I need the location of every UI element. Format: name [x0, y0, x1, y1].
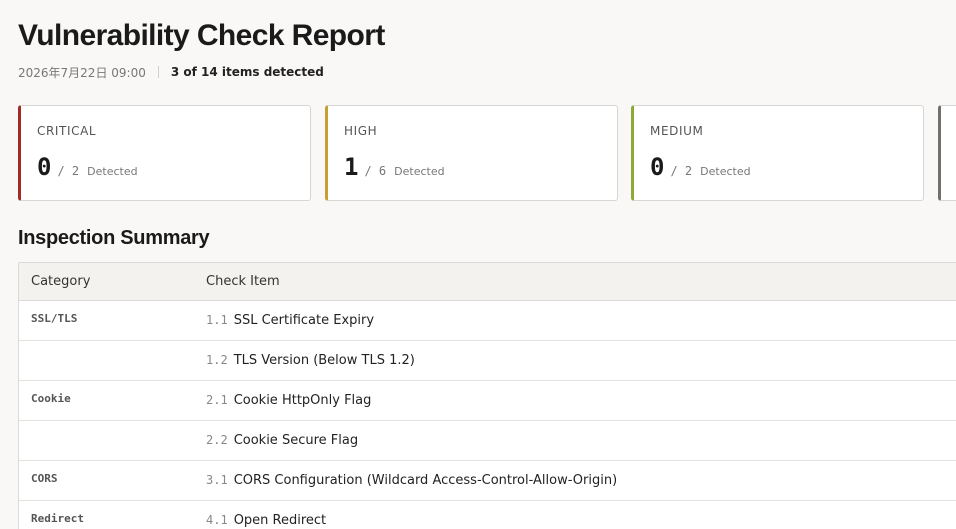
row-check-item: 1.2 TLS Version (Below TLS 1.2) — [206, 341, 415, 380]
report-page: Vulnerability Check Report 2026年7月22日 09… — [0, 0, 956, 529]
row-check-item: 3.1 CORS Configuration (Wildcard Access-… — [206, 461, 617, 500]
card-label: HIGH — [344, 124, 378, 138]
card-detected-label: Detected — [700, 165, 751, 178]
card-count: 1 — [344, 153, 359, 181]
item-name: TLS Version (Below TLS 1.2) — [233, 353, 415, 368]
card-detected-label: Detected — [87, 165, 138, 178]
item-number: 2.2 — [206, 433, 228, 447]
meta-divider — [157, 66, 159, 78]
card-values: 1 / 6 Detected — [344, 153, 445, 181]
severity-card-low — [938, 105, 956, 201]
column-header-check-item: Check Item — [206, 274, 280, 289]
page-title: Vulnerability Check Report — [18, 19, 385, 52]
item-number: 1.1 — [206, 313, 228, 327]
card-total: / 6 — [364, 164, 387, 178]
table-row: 2.2 Cookie Secure Flag — [19, 421, 956, 461]
table-header: Category Check Item — [19, 263, 956, 301]
report-date: 2026年7月22日 09:00 — [18, 65, 146, 80]
row-category: CORS — [31, 472, 58, 485]
item-name: Cookie Secure Flag — [233, 433, 359, 448]
row-category: SSL/TLS — [31, 312, 78, 325]
table-row: 1.2 TLS Version (Below TLS 1.2) — [19, 341, 956, 381]
table-row: Redirect 4.1 Open Redirect — [19, 501, 956, 529]
row-check-item: 2.1 Cookie HttpOnly Flag — [206, 381, 371, 420]
item-number: 4.1 — [206, 513, 228, 527]
severity-card-medium: MEDIUM 0 / 2 Detected — [631, 105, 924, 201]
item-number: 1.2 — [206, 353, 228, 367]
table-row: Cookie 2.1 Cookie HttpOnly Flag — [19, 381, 956, 421]
severity-card-high: HIGH 1 / 6 Detected — [325, 105, 618, 201]
item-number: 3.1 — [206, 473, 228, 487]
item-name: SSL Certificate Expiry — [233, 313, 375, 328]
card-label: MEDIUM — [650, 124, 704, 138]
table-row: SSL/TLS 1.1 SSL Certificate Expiry — [19, 301, 956, 341]
inspection-table: Category Check Item SSL/TLS 1.1 SSL Cert… — [18, 262, 956, 529]
card-values: 0 / 2 Detected — [37, 153, 138, 181]
card-values: 0 / 2 Detected — [650, 153, 751, 181]
section-title: Inspection Summary — [18, 227, 210, 249]
row-check-item: 4.1 Open Redirect — [206, 501, 326, 529]
row-check-item: 1.1 SSL Certificate Expiry — [206, 301, 374, 340]
card-total: / 2 — [57, 164, 80, 178]
card-total: / 2 — [670, 164, 693, 178]
row-check-item: 2.2 Cookie Secure Flag — [206, 421, 358, 460]
card-label: CRITICAL — [37, 124, 97, 138]
card-detected-label: Detected — [394, 165, 445, 178]
detected-summary: 3 of 14 items detected — [170, 65, 324, 79]
table-row: CORS 3.1 CORS Configuration (Wildcard Ac… — [19, 461, 956, 501]
row-category: Cookie — [31, 392, 71, 405]
column-header-category: Category — [31, 274, 91, 289]
card-count: 0 — [37, 153, 52, 181]
row-category: Redirect — [31, 512, 84, 525]
severity-card-critical: CRITICAL 0 / 2 Detected — [18, 105, 311, 201]
item-number: 2.1 — [206, 393, 228, 407]
item-name: CORS Configuration (Wildcard Access-Cont… — [233, 473, 618, 488]
table-body: SSL/TLS 1.1 SSL Certificate Expiry 1.2 T… — [19, 301, 956, 529]
card-count: 0 — [650, 153, 665, 181]
item-name: Open Redirect — [233, 513, 327, 528]
report-meta: 2026年7月22日 09:00 3 of 14 items detected — [18, 63, 324, 81]
item-name: Cookie HttpOnly Flag — [233, 393, 372, 408]
